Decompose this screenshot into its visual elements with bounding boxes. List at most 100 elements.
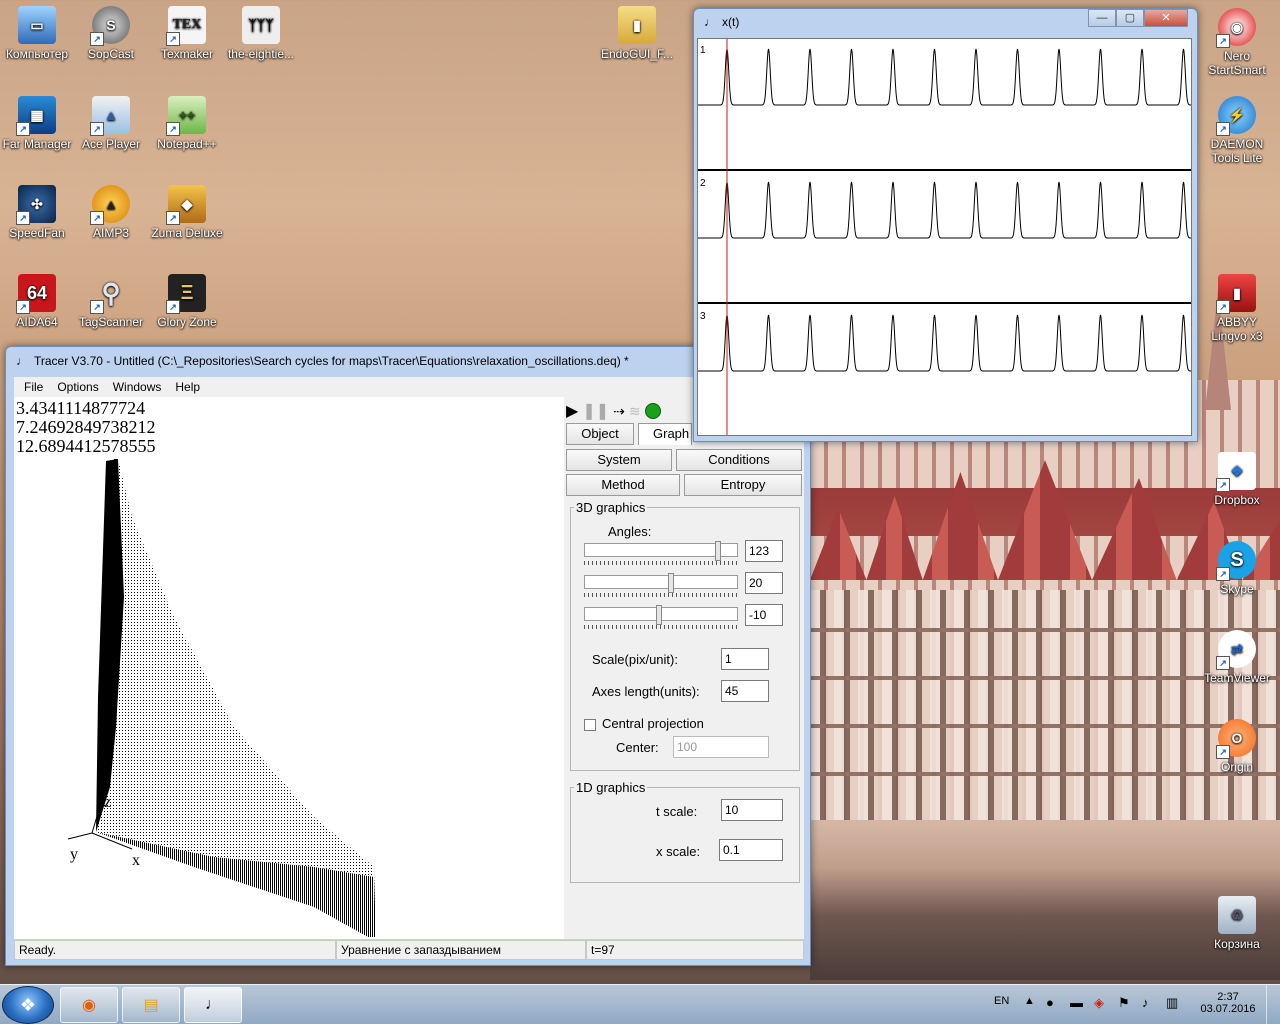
center-field[interactable]: 100 — [673, 736, 769, 758]
x-axis-label: x — [132, 852, 140, 869]
trace-2-label: 2 — [700, 178, 706, 189]
desktop-icon-notepad-plus[interactable]: ++ Notepad++ — [148, 96, 226, 151]
menu-help[interactable]: Help — [175, 380, 200, 394]
antivirus-icon[interactable]: ◈ — [1094, 995, 1104, 1011]
angle2-slider[interactable] — [584, 573, 738, 593]
desktop-icon-label: Dropbox — [1214, 493, 1260, 507]
t-scale-label: t scale: — [656, 804, 698, 819]
desktop-icon-skype[interactable]: S Skype — [1198, 541, 1276, 596]
scale-field[interactable]: 1 — [721, 648, 769, 670]
angle1-slider[interactable] — [584, 541, 738, 561]
desktop-icon-sopcast[interactable]: S SopCast — [72, 6, 150, 61]
status-ready: Ready. — [14, 940, 336, 960]
tab-graph[interactable]: Graph — [638, 423, 692, 445]
t-scale-field[interactable]: 10 — [721, 799, 783, 821]
angle2-slider-thumb[interactable] — [668, 573, 674, 593]
desktop-icon-far-manager[interactable]: ▦ Far Manager — [0, 96, 76, 151]
desktop-icon-label: DAEMON Tools Lite — [1210, 137, 1264, 165]
tracer-title: Tracer V3.70 - Untitled (C:\_Repositorie… — [34, 354, 629, 368]
method-button[interactable]: Method — [566, 474, 680, 496]
xt-traces-svg: 1 2 3 — [698, 39, 1191, 435]
phase-plot: z y x — [67, 459, 376, 937]
menu-options[interactable]: Options — [57, 380, 98, 394]
tracer-icon: ♩ — [205, 996, 221, 1013]
angle2-field[interactable]: 20 — [745, 572, 783, 594]
trace-3-line — [698, 314, 1191, 372]
entropy-button[interactable]: Entropy — [684, 474, 802, 496]
desktop-icon-aimp[interactable]: ▲ AIMP3 — [72, 185, 150, 240]
xt-plot-area[interactable]: 1 2 3 — [697, 38, 1192, 436]
x-scale-field[interactable]: 0.1 — [719, 839, 783, 861]
play-icon[interactable]: ▶ — [566, 401, 578, 421]
desktop-icon-recycle-bin[interactable]: ♻ Корзина — [1198, 896, 1276, 951]
pause-icon[interactable]: ❚❚ — [582, 401, 609, 421]
tab-object[interactable]: Object — [566, 423, 634, 445]
step-icon[interactable]: ⇢ — [613, 403, 625, 420]
tracer-titlebar[interactable]: ♩ Tracer V3.70 - Untitled (C:\_Repositor… — [6, 347, 810, 375]
clock-time: 2:37 — [1217, 991, 1239, 1003]
network-icon[interactable]: ▥ — [1166, 995, 1178, 1011]
record-icon[interactable] — [644, 403, 661, 419]
axes-length-label: Axes length(units): — [592, 684, 700, 699]
desktop-icon-zuma[interactable]: ◆ Zuma Deluxe — [148, 185, 226, 240]
tray-app-icon[interactable]: ● — [1046, 995, 1054, 1010]
menu-windows[interactable]: Windows — [113, 380, 162, 394]
taskbar-explorer[interactable]: ▤ — [122, 987, 180, 1023]
desktop-icon-aida64[interactable]: 64 AIDA64 — [0, 274, 76, 329]
desktop-icon-abbyy[interactable]: ▮ ABBYY Lingvo x3 — [1198, 274, 1276, 343]
teamviewer-icon: ⇄ — [1216, 630, 1256, 670]
angle3-slider[interactable] — [584, 605, 738, 625]
desktop-icon-teamviewer[interactable]: ⇄ TeamViewer — [1198, 630, 1276, 685]
action-center-icon[interactable]: ⚑ — [1118, 995, 1130, 1011]
graphics3d-label: 3D graphics — [574, 500, 648, 515]
angle1-slider-thumb[interactable] — [715, 541, 721, 561]
desktop-icon-label: TagScanner — [78, 315, 144, 329]
desktop-icon-origin[interactable]: O Origin — [1198, 719, 1276, 774]
desktop-icon-label: Компьютер — [5, 47, 69, 61]
speedfan-icon: ✣ — [16, 185, 56, 225]
desktop-icon-texmaker[interactable]: TEX Texmaker — [148, 6, 226, 61]
maximize-icon[interactable]: ▢ — [1116, 9, 1144, 27]
desktop-icon-nero[interactable]: ◉ Nero StartSmart — [1198, 8, 1276, 77]
taskbar-firefox[interactable]: ◉ — [60, 987, 118, 1023]
volume-icon[interactable]: ♪ — [1142, 995, 1149, 1010]
central-projection-checkbox[interactable] — [584, 719, 596, 731]
desktop-icon-dropbox[interactable]: ❖ Dropbox — [1198, 452, 1276, 507]
desktop-icon-tagscanner[interactable]: ⚲ TagScanner — [72, 274, 150, 330]
desktop-icon-label: Корзина — [1214, 937, 1260, 951]
flag-icon[interactable]: ▬ — [1070, 995, 1083, 1010]
desktop-icon-label: Texmaker — [160, 47, 213, 61]
language-indicator[interactable]: EN — [994, 995, 1009, 1007]
desktop-icon-eighties[interactable]: ᛉᛉᛉ the-eightie... — [222, 6, 300, 61]
angle1-field[interactable]: 123 — [745, 540, 783, 562]
desktop-icon-ace-player[interactable]: ▲ Ace Player — [72, 96, 150, 151]
desktop-icon-label: TeamViewer — [1204, 671, 1270, 685]
desktop-icon-computer[interactable]: ▭ Компьютер — [0, 6, 76, 61]
desktop-icon-label: Far Manager — [2, 137, 72, 151]
desktop-icon-daemon-tools[interactable]: ⚡ DAEMON Tools Lite — [1198, 96, 1276, 165]
trace-1-line — [698, 48, 1191, 106]
start-button[interactable]: ❖ — [2, 986, 54, 1024]
system-button[interactable]: System — [566, 449, 672, 471]
texmaker-icon: TEX — [166, 6, 206, 46]
show-desktop-button[interactable] — [1266, 985, 1280, 1024]
desktop-icon-endogui[interactable]: ▮ EndoGUI_F... — [598, 6, 676, 61]
angle3-field[interactable]: -10 — [745, 604, 783, 626]
phase-canvas[interactable]: 3.4341114877724 7.24692849738212 12.6894… — [14, 397, 564, 939]
trace-1-label: 1 — [700, 45, 706, 56]
minimize-icon[interactable]: — — [1088, 9, 1116, 27]
trace-3-label: 3 — [700, 311, 706, 322]
conditions-button[interactable]: Conditions — [676, 449, 802, 471]
close-icon[interactable]: ✕ — [1144, 9, 1188, 27]
taskbar-tracer[interactable]: ♩ — [184, 987, 242, 1023]
desktop-icon-glory-zone[interactable]: Ξ Glory Zone — [148, 274, 226, 329]
angle3-slider-thumb[interactable] — [656, 605, 662, 625]
axes-length-field[interactable]: 45 — [721, 680, 769, 702]
menu-file[interactable]: File — [24, 380, 43, 394]
show-hidden-icons[interactable]: ▲ — [1024, 995, 1035, 1007]
xt-app-icon: ♩ — [704, 15, 716, 29]
wave-icon[interactable]: ≋ — [629, 403, 641, 420]
clock[interactable]: 2:37 03.07.2016 — [1200, 991, 1256, 1015]
angle1-ticks — [584, 561, 738, 565]
desktop-icon-speedfan[interactable]: ✣ SpeedFan — [0, 185, 76, 240]
